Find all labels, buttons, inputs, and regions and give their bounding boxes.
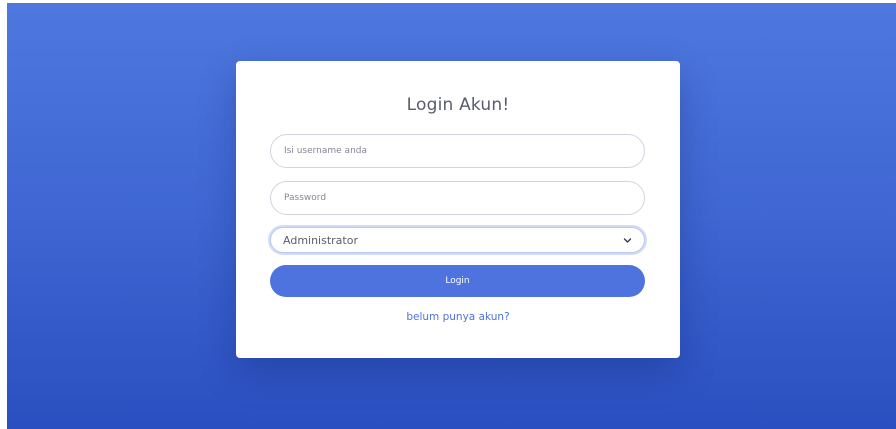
role-select-value: Administrator xyxy=(283,233,358,247)
login-title: Login Akun! xyxy=(406,95,510,115)
chevron-down-icon xyxy=(623,236,632,245)
register-link[interactable]: belum punya akun? xyxy=(236,311,680,323)
password-input[interactable] xyxy=(270,181,645,215)
username-input[interactable] xyxy=(270,134,645,168)
role-select[interactable]: Administrator xyxy=(270,227,645,253)
login-page: Login Akun! Administrator Login belum pu… xyxy=(7,3,896,429)
login-button[interactable]: Login xyxy=(270,265,645,297)
login-card: Login Akun! Administrator Login belum pu… xyxy=(236,61,680,358)
